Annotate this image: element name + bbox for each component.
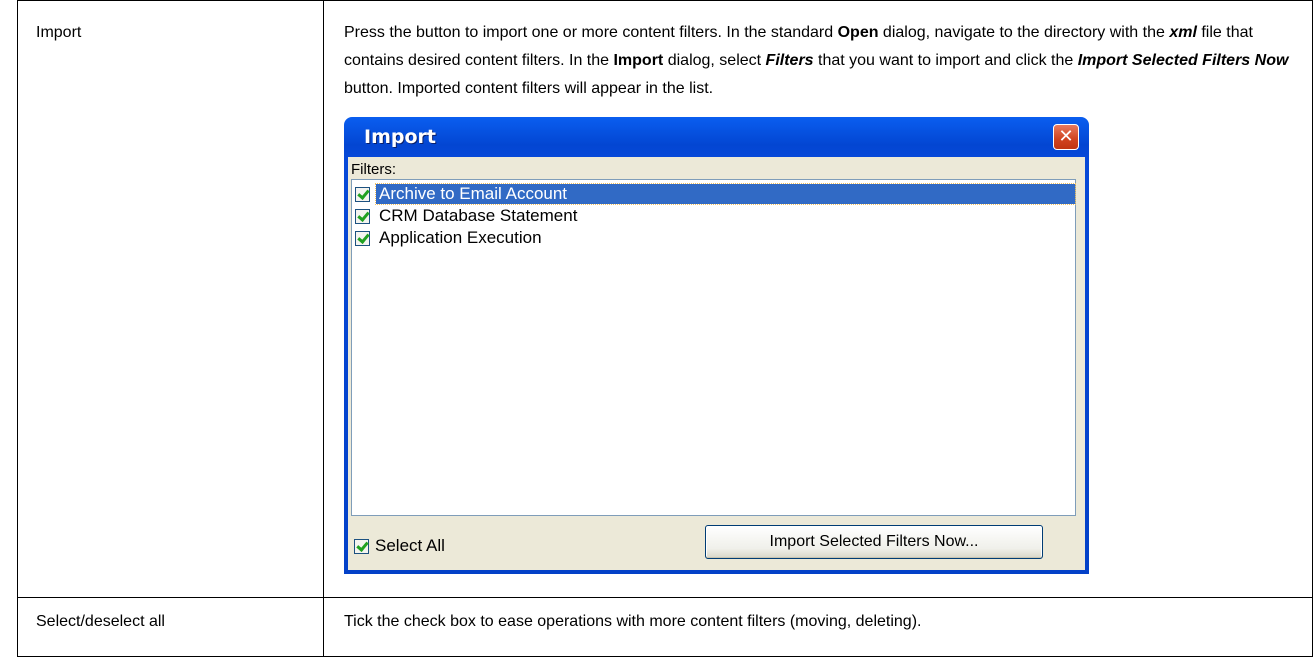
list-item[interactable]: Application Execution xyxy=(352,227,1075,249)
checkbox-checked-icon[interactable] xyxy=(355,230,370,246)
text-run: Press the button to import one or more c… xyxy=(344,24,838,41)
list-item[interactable]: CRM Database Statement xyxy=(352,205,1075,227)
checkbox-checked-icon[interactable] xyxy=(355,208,370,224)
list-item[interactable]: Archive to Email Account xyxy=(352,183,1076,205)
import-dialog: Import ✕ Filters: Archive to Email Accou… xyxy=(344,117,1089,574)
description-select-deselect-all: Tick the check box to ease operations wi… xyxy=(323,597,1313,657)
bold-italic-filters: Filters xyxy=(765,52,814,69)
dialog-titlebar[interactable]: Import ✕ xyxy=(348,117,1085,157)
close-button[interactable]: ✕ xyxy=(1053,124,1079,150)
text-run: that you want to import and click the xyxy=(813,52,1078,69)
term-select-deselect-all: Select/deselect all xyxy=(17,597,324,657)
list-item-label: Application Execution xyxy=(379,228,542,247)
list-item-label: Archive to Email Account xyxy=(375,183,1076,205)
description-import: Press the button to import one or more c… xyxy=(323,0,1313,598)
bold-italic-xml: xml xyxy=(1169,24,1197,41)
bold-import: Import xyxy=(613,52,664,69)
filters-label: Filters: xyxy=(351,161,396,178)
table-row-import: Import Press the button to import one or… xyxy=(17,0,1313,598)
select-all-label: Select All xyxy=(375,536,445,555)
dialog-title: Import xyxy=(364,126,436,148)
dialog-client-area: Filters: Archive to Email Account CRM Da… xyxy=(348,157,1085,570)
close-icon: ✕ xyxy=(1058,126,1074,147)
select-all-checkbox[interactable]: Select All xyxy=(354,532,445,560)
bold-italic-import-selected: Import Selected Filters Now xyxy=(1077,52,1289,69)
checkbox-checked-icon[interactable] xyxy=(355,186,370,202)
dialog-bottom-bar: Select All Import Selected Filters Now..… xyxy=(351,522,1076,562)
checkbox-checked-icon[interactable] xyxy=(354,538,369,554)
description-paragraph: Press the button to import one or more c… xyxy=(344,19,1298,103)
bold-open: Open xyxy=(837,24,879,41)
table-row-select-all: Select/deselect all Tick the check box t… xyxy=(17,597,1313,657)
filters-listbox[interactable]: Archive to Email Account CRM Database St… xyxy=(351,179,1076,516)
text-run: dialog, navigate to the directory with t… xyxy=(878,24,1170,41)
document-table: Import Press the button to import one or… xyxy=(17,0,1313,657)
text-run: dialog, select xyxy=(663,52,766,69)
text-run: button. Imported content filters will ap… xyxy=(344,80,714,97)
list-item-label: CRM Database Statement xyxy=(379,206,578,225)
import-selected-filters-button[interactable]: Import Selected Filters Now... xyxy=(705,525,1043,559)
term-import: Import xyxy=(17,0,324,598)
